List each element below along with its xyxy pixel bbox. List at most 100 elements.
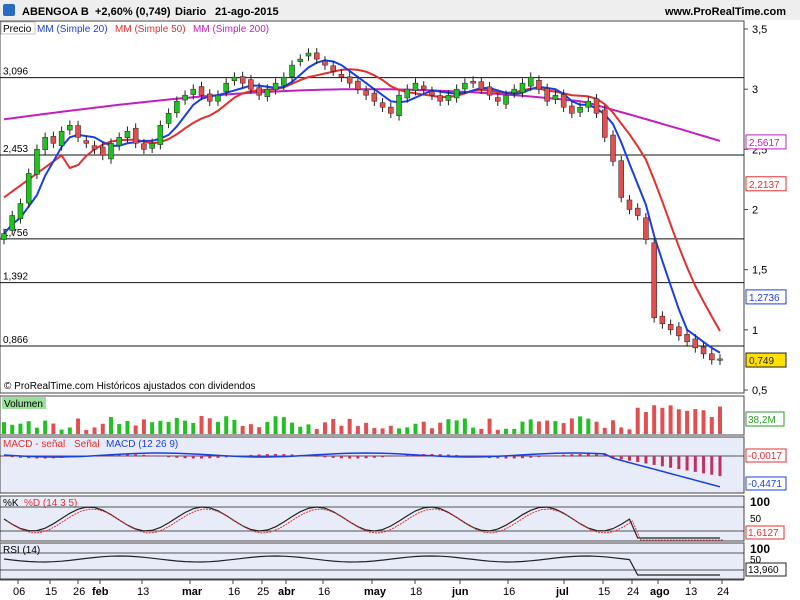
volume-bar — [487, 418, 492, 434]
candle-body — [215, 94, 221, 102]
candle-body — [182, 94, 188, 101]
volume-bar — [462, 418, 467, 434]
x-tick-label: abr — [278, 586, 296, 598]
volume-bar — [685, 410, 690, 434]
macd-hist-bar — [595, 454, 599, 457]
candle-body — [198, 86, 205, 96]
volume-bar — [199, 416, 204, 434]
macd-hist-bar — [693, 456, 697, 472]
price-legend: Precio MM (Simple 20) MM (Simple 50) MM … — [0, 21, 269, 35]
volume-bar — [224, 416, 229, 434]
macd-hist-bar — [562, 454, 566, 457]
volume-bar — [718, 406, 722, 434]
volume-bar — [150, 422, 155, 434]
macd-hist-bar — [660, 456, 664, 467]
volume-bar — [397, 428, 402, 434]
macd-hist-bar — [142, 454, 146, 457]
stoch-label-d: %D (14 3 5) — [24, 498, 77, 509]
volume-bar — [59, 429, 64, 434]
x-tick-label: 16 — [318, 586, 330, 598]
candle-body — [593, 98, 600, 114]
stock-chart: ABENGOA B +2,60% (0,749) Diario 21-ago-2… — [0, 0, 800, 600]
x-tick-label: 25 — [257, 586, 269, 598]
volume-bar — [495, 429, 500, 434]
level-label: 2,453 — [3, 144, 28, 155]
volume-bar — [290, 422, 295, 434]
tools-icon — [3, 4, 15, 16]
candle-body — [231, 76, 238, 81]
y-tick-label: 1,5 — [752, 265, 767, 277]
x-tick-label: mar — [182, 586, 203, 598]
volume-bar — [141, 419, 146, 434]
candle-body — [67, 125, 73, 131]
y-tick-label: 3 — [752, 84, 758, 96]
macd-hist-bar — [2, 456, 6, 457]
volume-bar — [602, 427, 607, 434]
macd-hist-bar — [216, 456, 220, 458]
legend-mm20: MM (Simple 20) — [37, 24, 108, 35]
x-tick-label: jun — [451, 586, 469, 598]
volume-bar — [479, 428, 484, 434]
candle-body — [486, 86, 493, 96]
volume-bar — [594, 421, 599, 434]
volume-bar — [92, 427, 97, 434]
candle-body — [470, 80, 476, 84]
candle-body — [75, 125, 81, 138]
volume-bar — [438, 422, 443, 434]
candle-body — [149, 143, 155, 149]
volume-bar — [2, 422, 6, 434]
volume-bar — [248, 424, 253, 434]
candle-body — [420, 85, 427, 90]
volume-bar — [355, 426, 360, 434]
volume-bar — [693, 409, 698, 434]
legend-mm200: MM (Simple 200) — [193, 24, 269, 35]
volume-bar — [561, 423, 566, 434]
macd-hist-bar — [356, 456, 360, 459]
macd-hist-bar — [570, 454, 574, 457]
x-tick-label: 16 — [503, 586, 515, 598]
volume-bar — [183, 420, 188, 434]
candle-body — [511, 88, 518, 94]
candle-body — [371, 92, 378, 102]
volume-bar — [643, 411, 648, 434]
macd-hist-bar — [372, 456, 376, 458]
volume-bar — [306, 424, 311, 434]
volume-bar — [191, 422, 196, 434]
macd-hist-bar — [578, 454, 582, 457]
x-tick-label: 15 — [598, 586, 610, 598]
level-label: 0,866 — [3, 335, 28, 346]
volume-bar — [322, 422, 327, 434]
macd-hist-bar — [669, 456, 673, 468]
candle-body — [289, 64, 295, 77]
candle-body — [667, 324, 674, 331]
candle-body — [544, 88, 550, 102]
volume-bar — [117, 423, 122, 434]
y-tick-label: 1 — [752, 325, 758, 337]
candle-body — [338, 74, 345, 78]
macd-hist-bar — [134, 454, 138, 457]
candle-body — [223, 82, 229, 92]
candle-body — [503, 94, 509, 105]
macd-hist-bar — [627, 456, 631, 461]
volume-bar — [43, 420, 48, 434]
volume-bar — [207, 418, 212, 434]
macd-hist-bar — [652, 456, 656, 465]
candle-body — [305, 52, 312, 57]
candle-body — [626, 199, 633, 210]
candle-body — [519, 82, 526, 93]
candle-body — [42, 137, 48, 150]
volume-bar — [421, 421, 426, 434]
macd-hist-bar — [619, 456, 623, 460]
x-tick-label: 13 — [685, 586, 697, 598]
macd-hist-bar — [167, 456, 171, 458]
volume-bar — [454, 420, 459, 434]
volume-bar — [635, 407, 640, 434]
volume-bar — [158, 420, 163, 434]
volume-bar — [298, 426, 303, 434]
candle-body — [560, 94, 567, 108]
candle-body — [264, 88, 271, 97]
macd-hist-bar — [158, 456, 162, 457]
volume-bar — [701, 410, 706, 434]
watermark: © ProRealTime.com Históricos ajustados c… — [4, 381, 256, 392]
candle-body — [141, 143, 147, 150]
